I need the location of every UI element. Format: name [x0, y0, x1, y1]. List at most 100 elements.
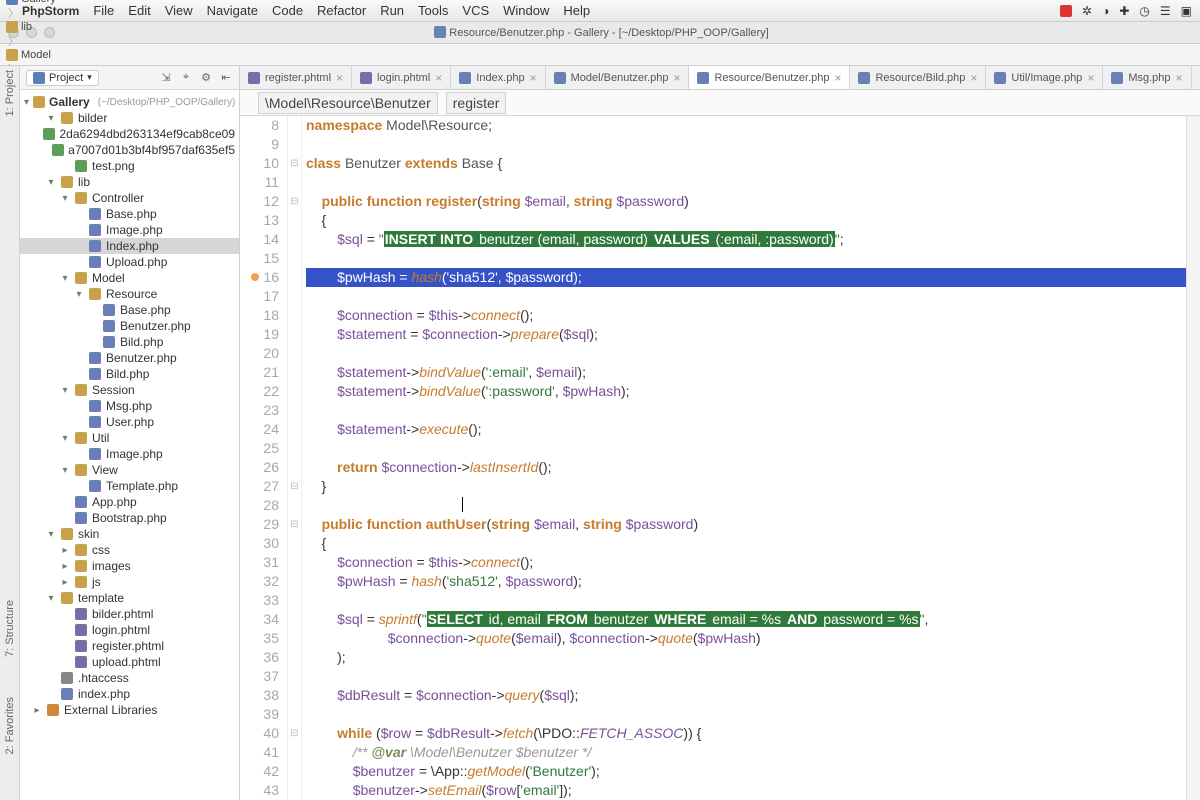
line-number[interactable]: 37: [240, 667, 279, 686]
project-view-combo[interactable]: Project ▾: [26, 70, 99, 86]
context-class[interactable]: \Model\Resource\Benutzer: [258, 92, 438, 114]
code-line[interactable]: $benutzer->setEmail($row['email']);: [306, 781, 1186, 800]
code-editor[interactable]: 8910111213141516171819202122232425262728…: [240, 116, 1200, 800]
code-line[interactable]: [306, 496, 1186, 515]
line-number[interactable]: 12: [240, 192, 279, 211]
code-line[interactable]: /** @var \Model\Benutzer $benutzer */: [306, 743, 1186, 762]
tree-disclosure-icon[interactable]: ▾: [24, 97, 29, 108]
tree-disclosure-icon[interactable]: ▾: [46, 593, 56, 604]
code-line[interactable]: $statement = $connection->prepare($sql);: [306, 325, 1186, 344]
editor-scrollbar[interactable]: [1186, 116, 1200, 800]
code-line[interactable]: class Benutzer extends Base {: [306, 154, 1186, 173]
line-number[interactable]: 9: [240, 135, 279, 154]
breadcrumb-item[interactable]: Model: [6, 49, 86, 61]
tree-node[interactable]: User.php: [20, 414, 239, 430]
tree-node[interactable]: ▾lib: [20, 174, 239, 190]
tree-node[interactable]: Template.php: [20, 478, 239, 494]
tree-node[interactable]: ▾Util: [20, 430, 239, 446]
line-number[interactable]: 27: [240, 477, 279, 496]
code-line[interactable]: {: [306, 534, 1186, 553]
tab-close-button[interactable]: ×: [336, 71, 343, 85]
tree-node[interactable]: test.png: [20, 158, 239, 174]
editor-tab[interactable]: Msg.php×: [1103, 66, 1191, 89]
tree-node[interactable]: .htaccess: [20, 670, 239, 686]
code-line[interactable]: );: [306, 648, 1186, 667]
editor-tab[interactable]: Resource/Bild.php×: [850, 66, 986, 89]
tree-disclosure-icon[interactable]: ▾: [60, 273, 70, 284]
tree-node[interactable]: Image.php: [20, 446, 239, 462]
tool-tab-structure[interactable]: 7: Structure: [4, 600, 16, 657]
tree-node[interactable]: ▾template: [20, 590, 239, 606]
tree-node[interactable]: ▸js: [20, 574, 239, 590]
tree-node[interactable]: ▸External Libraries: [20, 702, 239, 718]
code-line[interactable]: $statement->bindValue(':email', $email);: [306, 363, 1186, 382]
line-number[interactable]: 24: [240, 420, 279, 439]
tree-node[interactable]: App.php: [20, 494, 239, 510]
line-number[interactable]: 29: [240, 515, 279, 534]
tool-tab-favorites[interactable]: 2: Favorites: [4, 697, 16, 754]
line-number[interactable]: 11: [240, 173, 279, 192]
editor-tab[interactable]: Index.php×: [451, 66, 545, 89]
tree-disclosure-icon[interactable]: ▾: [60, 193, 70, 204]
tray-icon[interactable]: ▣: [1181, 4, 1192, 18]
tab-close-button[interactable]: ×: [1176, 71, 1183, 85]
menu-navigate[interactable]: Navigate: [207, 3, 258, 18]
tree-disclosure-icon[interactable]: ▸: [60, 545, 70, 556]
tree-node[interactable]: register.phtml: [20, 638, 239, 654]
menu-help[interactable]: Help: [563, 3, 590, 18]
line-number[interactable]: 16: [240, 268, 279, 287]
tree-node[interactable]: Index.php: [20, 238, 239, 254]
line-number[interactable]: 14: [240, 230, 279, 249]
tab-close-button[interactable]: ×: [1087, 71, 1094, 85]
code-line[interactable]: [306, 287, 1186, 306]
context-method[interactable]: register: [446, 92, 507, 114]
tree-node[interactable]: Benutzer.php: [20, 318, 239, 334]
code-line[interactable]: $benutzer = \App::getModel('Benutzer');: [306, 762, 1186, 781]
code-line[interactable]: $dbResult = $connection->query($sql);: [306, 686, 1186, 705]
line-number[interactable]: 40: [240, 724, 279, 743]
fold-toggle[interactable]: ⊟: [288, 724, 301, 743]
editor-tab[interactable]: Resource/Benutzer.php×: [689, 66, 850, 90]
line-number[interactable]: 23: [240, 401, 279, 420]
line-number[interactable]: 43: [240, 781, 279, 800]
tray-icon[interactable]: [1060, 5, 1072, 17]
menu-view[interactable]: View: [165, 3, 193, 18]
tree-node[interactable]: ▾skin: [20, 526, 239, 542]
code-line[interactable]: [306, 135, 1186, 154]
line-number[interactable]: 42: [240, 762, 279, 781]
menu-edit[interactable]: Edit: [128, 3, 150, 18]
tray-icon[interactable]: ☰: [1160, 4, 1171, 18]
tree-node[interactable]: Bootstrap.php: [20, 510, 239, 526]
breakpoint-icon[interactable]: [251, 273, 259, 281]
line-number[interactable]: 35: [240, 629, 279, 648]
fold-toggle[interactable]: ⊟: [288, 192, 301, 211]
code-line[interactable]: {: [306, 211, 1186, 230]
code-line[interactable]: $connection->quote($email), $connection-…: [306, 629, 1186, 648]
line-number[interactable]: 32: [240, 572, 279, 591]
line-number[interactable]: 41: [240, 743, 279, 762]
line-number[interactable]: 17: [240, 287, 279, 306]
line-number[interactable]: 21: [240, 363, 279, 382]
tree-disclosure-icon[interactable]: ▸: [32, 705, 42, 716]
tree-node[interactable]: login.phtml: [20, 622, 239, 638]
tray-icon[interactable]: ✲: [1082, 4, 1092, 18]
tree-node[interactable]: Base.php: [20, 206, 239, 222]
code-line[interactable]: $pwHash = hash('sha512', $password);: [306, 572, 1186, 591]
tree-disclosure-icon[interactable]: ▸: [60, 577, 70, 588]
collapse-all-button[interactable]: ⇲: [159, 71, 173, 84]
tray-icon[interactable]: ✚: [1119, 4, 1129, 18]
tab-close-button[interactable]: ×: [435, 71, 442, 85]
line-number[interactable]: 15: [240, 249, 279, 268]
tree-disclosure-icon[interactable]: ▾: [60, 465, 70, 476]
code-line[interactable]: [306, 401, 1186, 420]
tree-node[interactable]: ▾View: [20, 462, 239, 478]
code-line[interactable]: [306, 249, 1186, 268]
tree-node[interactable]: Bild.php: [20, 334, 239, 350]
tree-node[interactable]: a7007d01b3bf4bf957daf635ef5: [20, 142, 239, 158]
tree-node[interactable]: ▾Controller: [20, 190, 239, 206]
tree-node[interactable]: Upload.php: [20, 254, 239, 270]
code-line[interactable]: $sql = "INSERT INTO benutzer (email, pas…: [306, 230, 1186, 249]
tree-node[interactable]: ▾bilder: [20, 110, 239, 126]
code-line[interactable]: namespace Model\Resource;: [306, 116, 1186, 135]
code-line[interactable]: [306, 591, 1186, 610]
